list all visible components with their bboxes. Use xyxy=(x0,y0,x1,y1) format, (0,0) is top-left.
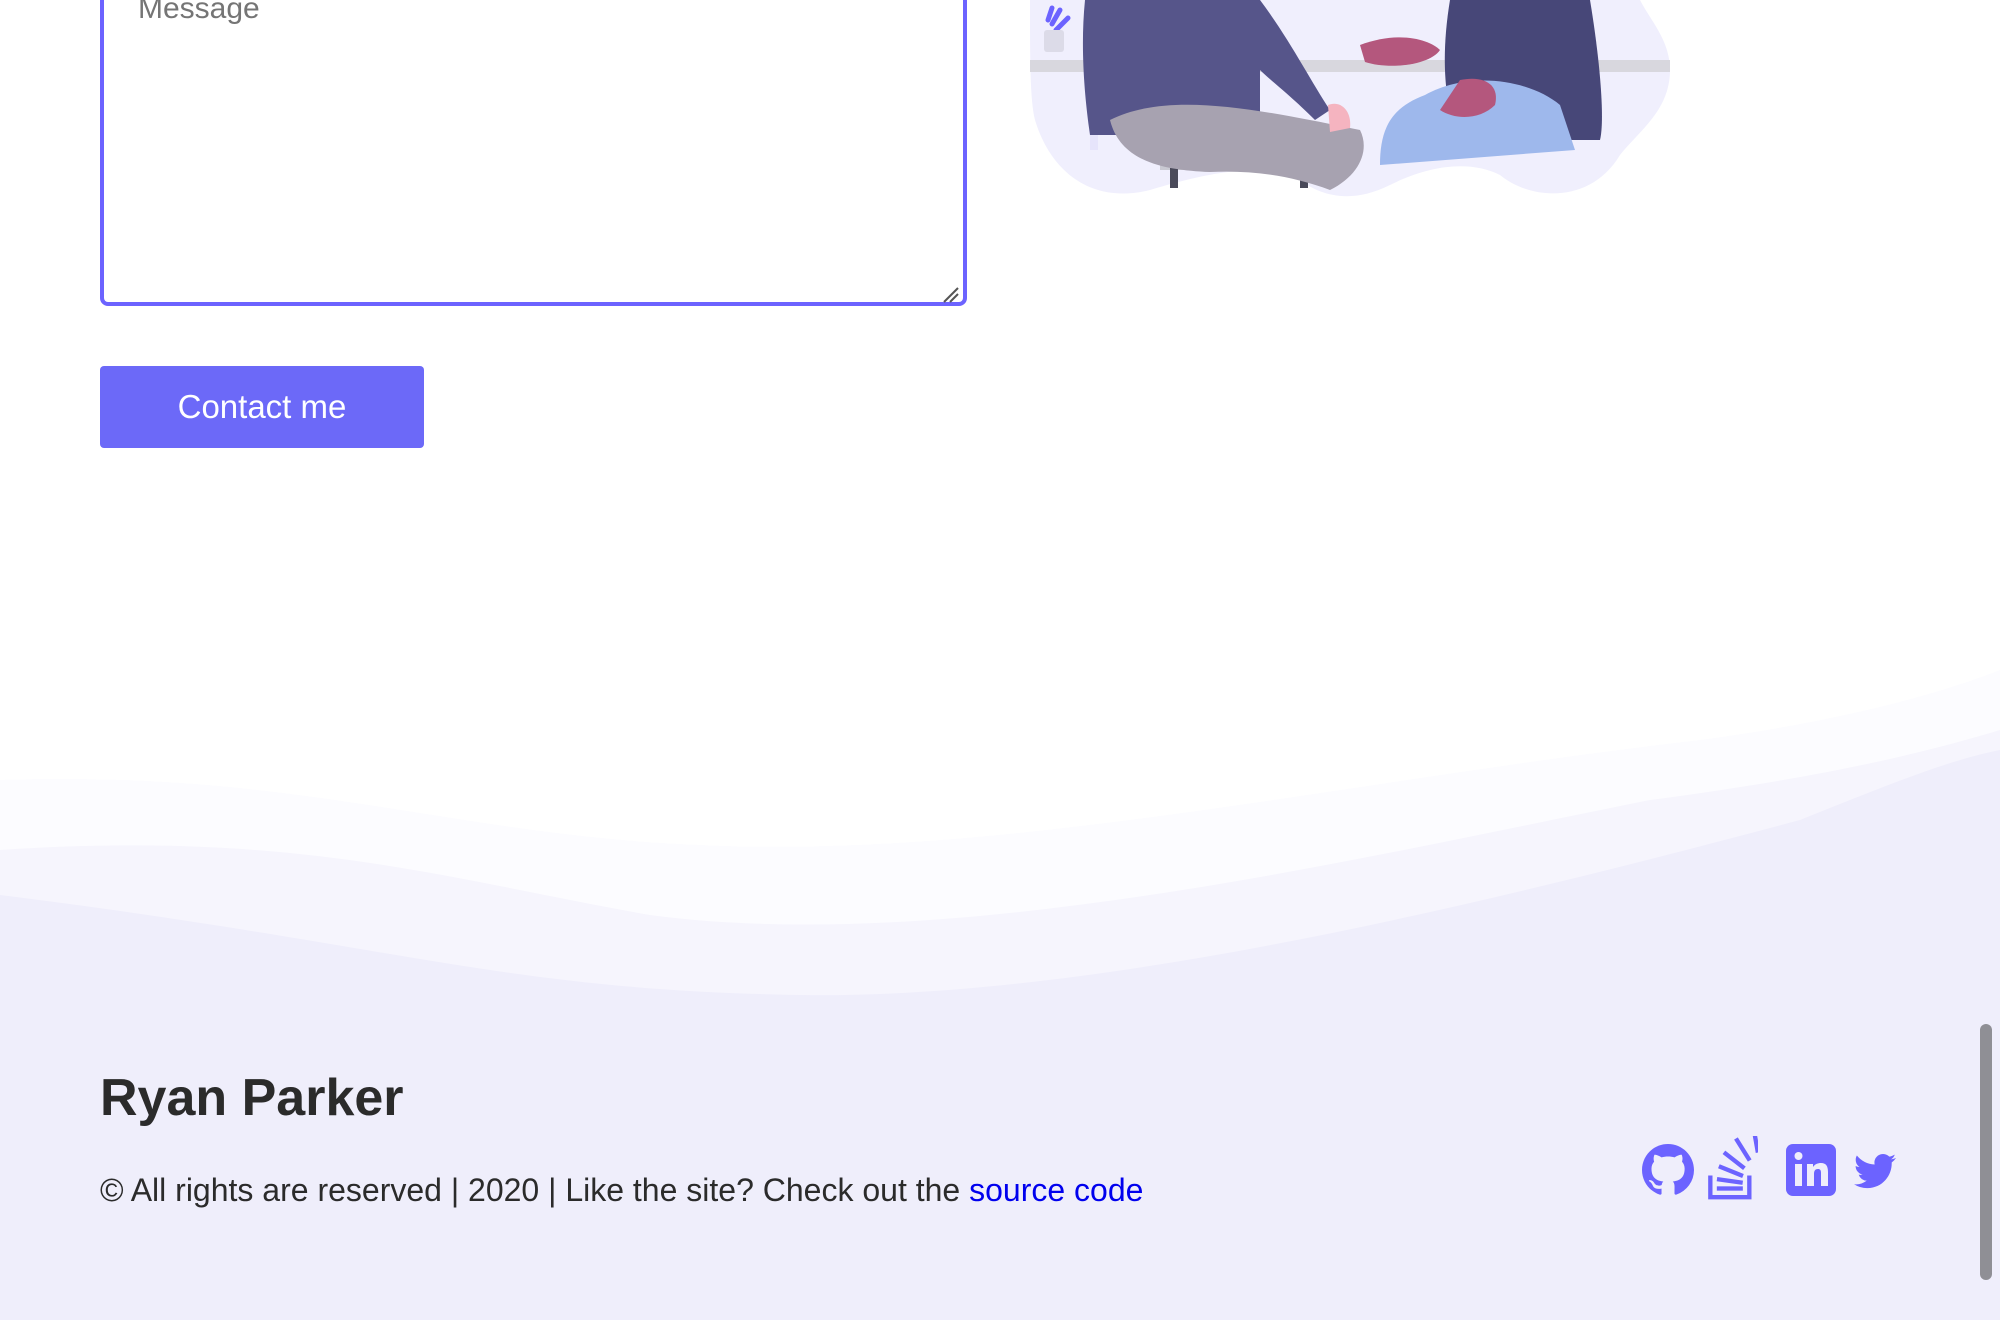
footer-name: Ryan Parker xyxy=(100,1069,404,1127)
message-field[interactable] xyxy=(100,0,967,306)
stackoverflow-icon[interactable] xyxy=(1706,1136,1758,1202)
resize-grip-icon[interactable] xyxy=(942,286,960,304)
github-icon[interactable] xyxy=(1642,1140,1694,1200)
copyright-text: © All rights are reserved | 2020 | Like … xyxy=(100,1172,970,1208)
footer-wave-background xyxy=(0,670,2000,1320)
scrollbar-thumb[interactable] xyxy=(1980,1024,1992,1280)
contact-illustration xyxy=(1030,0,1670,197)
contact-me-button[interactable]: Contact me xyxy=(100,366,424,448)
linkedin-icon[interactable] xyxy=(1786,1144,1836,1196)
footer-copyright: © All rights are reserved | 2020 | Like … xyxy=(100,1172,1143,1209)
source-code-link[interactable]: source code xyxy=(969,1172,1143,1208)
twitter-icon[interactable] xyxy=(1852,1150,1898,1192)
